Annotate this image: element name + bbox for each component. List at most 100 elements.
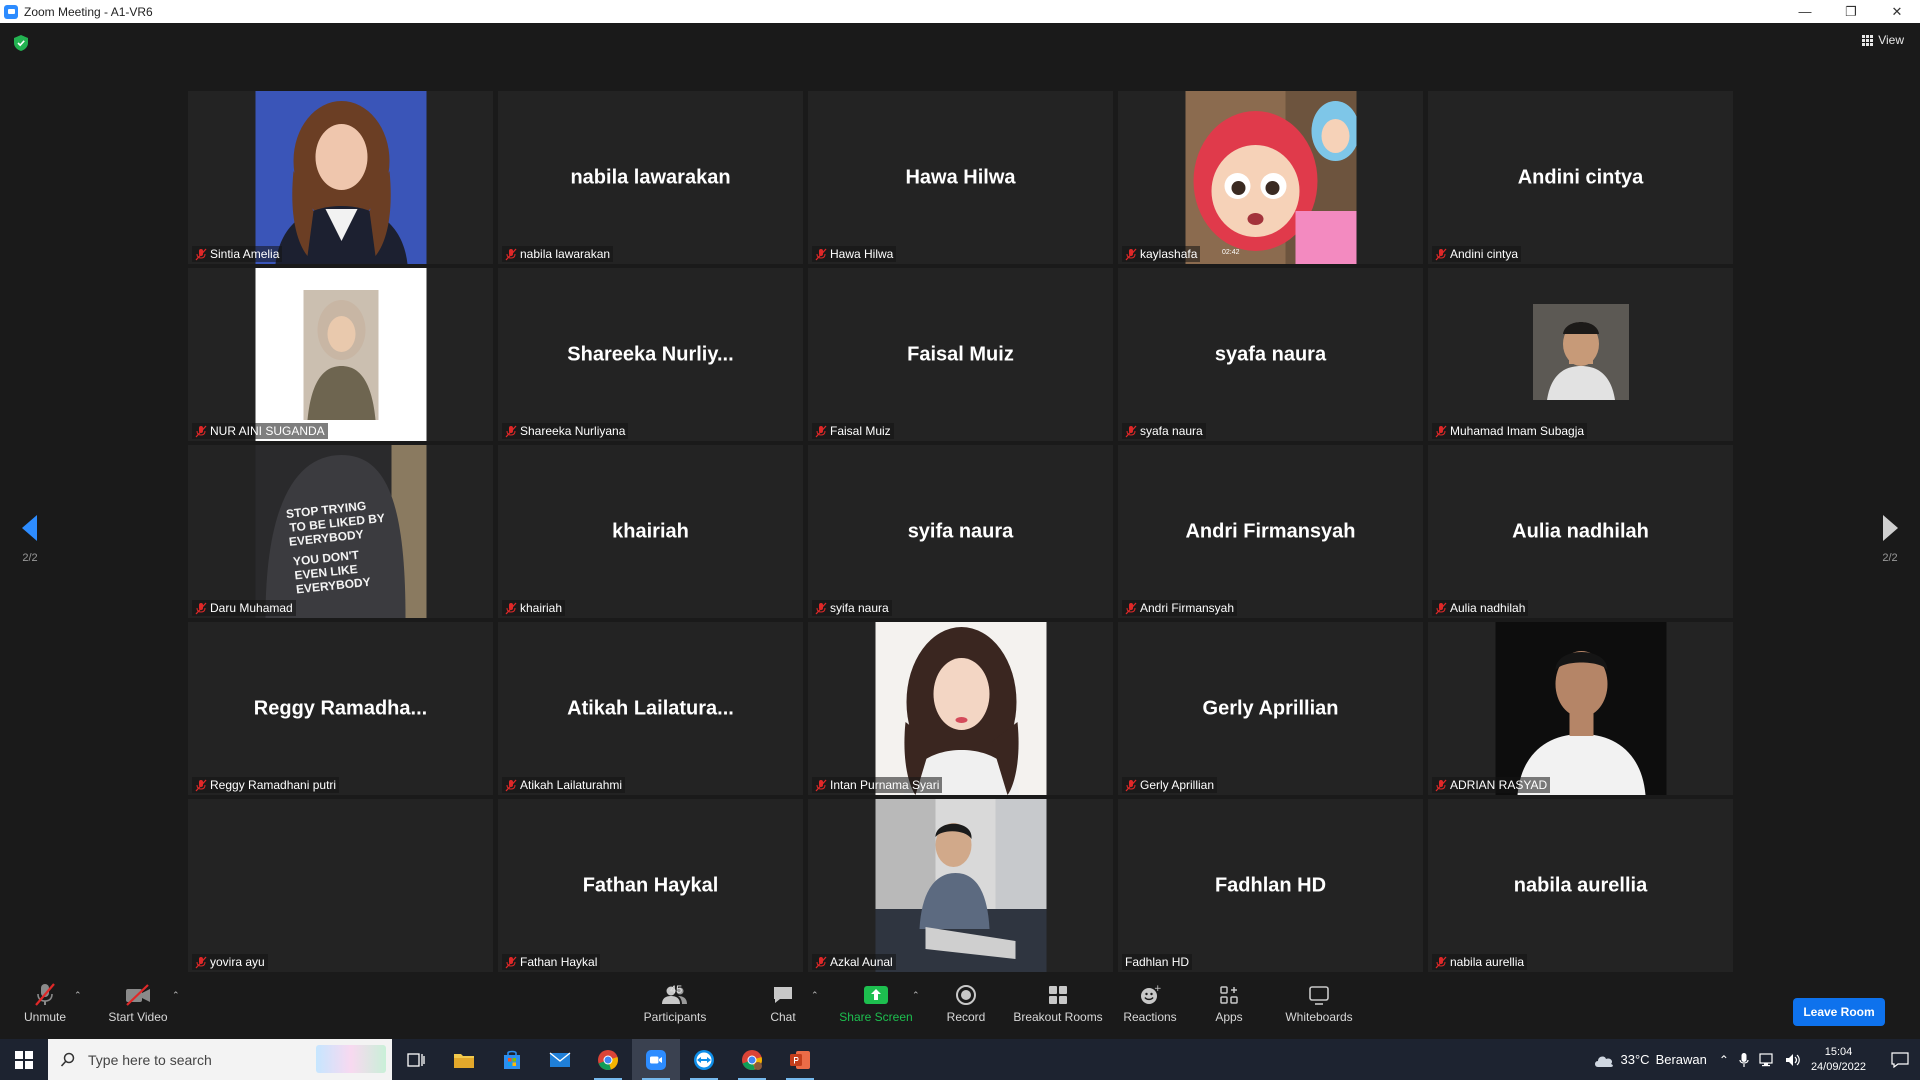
breakout-rooms-label: Breakout Rooms [1013,1010,1103,1024]
participant-tile[interactable]: Aulia nadhilah Aulia nadhilah [1428,445,1733,618]
video-off-icon [126,984,150,1006]
participant-display-name: syafa naura [1214,343,1327,365]
participant-tile[interactable]: NUR AINI SUGANDA [188,268,493,441]
window-titlebar: Zoom Meeting - A1-VR6 — ❐ ✕ [0,0,1920,23]
participant-tile[interactable]: Muhamad Imam Subagja [1428,268,1733,441]
participant-grid: Sintia Amelia nabila lawarakan nabila lawa… [188,91,1734,972]
participant-tile[interactable]: Azkal Aunal [808,799,1113,972]
chat-label: Chat [770,1010,796,1024]
network-icon[interactable] [1759,1052,1775,1067]
teamviewer-button[interactable] [680,1039,728,1080]
microphone-muted-icon [815,248,827,260]
chat-button[interactable]: Chat [763,982,803,1024]
microphone-muted-icon [195,248,207,260]
zoom-taskbar-button[interactable] [632,1039,680,1080]
participant-tile[interactable]: Gerly Aprillian Gerly Aprillian [1118,622,1423,795]
volume-icon[interactable] [1785,1053,1801,1067]
share-screen-button[interactable]: Share Screen [838,982,914,1024]
participant-name: Andini cintya [1450,247,1519,261]
participant-video [1495,622,1666,795]
meeting-toolbar: Unmute ⌃ Start Video ⌃ 45 Participants C… [0,976,1920,1039]
previous-page-button[interactable]: 2/2 [10,515,50,564]
participant-name: nabila aurellia [1450,955,1525,969]
task-view-button[interactable] [392,1039,440,1080]
grid-view-icon [1862,34,1874,46]
apps-button[interactable]: Apps [1212,982,1246,1024]
share-options-caret-icon[interactable]: ⌃ [912,990,920,1001]
chrome-button[interactable] [584,1039,632,1080]
participant-tile[interactable]: STOP TRYING TO BE LIKED BY EVERYBODY YOU DO… [188,445,493,618]
window-controls: — ❐ ✕ [1782,0,1920,23]
unmute-button[interactable]: Unmute [22,982,68,1024]
participant-tile[interactable]: syafa naura syafa naura [1118,268,1423,441]
video-options-caret-icon[interactable]: ⌃ [172,990,180,1001]
participant-tile[interactable]: syifa naura syifa naura [808,445,1113,618]
microphone-muted-icon [1435,425,1447,437]
participant-tile[interactable]: Sintia Amelia [188,91,493,264]
participant-tile[interactable]: yovira ayu [188,799,493,972]
participant-tile[interactable]: Fadhlan HD Fadhlan HD [1118,799,1423,972]
participant-tile[interactable]: Faisal Muiz Faisal Muiz [808,268,1113,441]
participant-tile[interactable]: Andri Firmansyah Andri Firmansyah [1118,445,1423,618]
mail-button[interactable] [536,1039,584,1080]
taskbar-search-box[interactable]: Type here to search [48,1039,392,1080]
participant-tile[interactable]: Reggy Ramadha... Reggy Ramadhani putri [188,622,493,795]
participant-tile[interactable]: Atikah Lailatura... Atikah Lailaturahmi [498,622,803,795]
participant-tile[interactable]: nabila aurellia nabila aurellia [1428,799,1733,972]
close-icon[interactable]: ✕ [1874,0,1920,23]
participants-count: 45 [670,984,683,996]
tray-icons: ⌃ [1719,1052,1801,1068]
powerpoint-button[interactable] [776,1039,824,1080]
participant-name-label: Atikah Lailaturahmi [502,777,626,793]
weather-widget[interactable]: 33°C Berawan [1593,1052,1707,1068]
audio-options-caret-icon[interactable]: ⌃ [74,990,82,1001]
participant-name: Hawa Hilwa [830,247,894,261]
breakout-rooms-icon [1049,986,1067,1004]
view-button[interactable]: View [1862,33,1904,47]
participant-tile[interactable]: Andini cintya Andini cintya [1428,91,1733,264]
tray-microphone-icon[interactable] [1739,1052,1749,1068]
notifications-button[interactable] [1880,1039,1920,1080]
whiteboards-label: Whiteboards [1285,1010,1353,1024]
microphone-muted-icon [505,248,517,260]
participants-button[interactable]: 45 Participants [640,982,710,1024]
file-explorer-button[interactable] [440,1039,488,1080]
microsoft-store-button[interactable] [488,1039,536,1080]
chrome-profile-icon [742,1049,762,1070]
minimize-icon[interactable]: — [1782,0,1828,23]
participant-tile[interactable]: khairiah khairiah [498,445,803,618]
participant-tile[interactable]: Fathan Haykal Fathan Haykal [498,799,803,972]
zoom-app-icon [4,4,18,19]
microphone-muted-icon [815,779,827,791]
participant-tile[interactable]: ADRIAN RASYAD [1428,622,1733,795]
start-video-button[interactable]: Start Video [106,982,170,1024]
participant-name-label: yovira ayu [192,954,268,970]
chrome-profile-button[interactable] [728,1039,776,1080]
taskbar-clock[interactable]: 15:04 24/09/2022 [1811,1045,1866,1075]
encryption-shield-icon[interactable] [14,35,28,51]
participant-tile[interactable]: Intan Purnama Syari [808,622,1113,795]
participant-tile[interactable]: 02:42 kaylashafa [1118,91,1423,264]
chat-options-caret-icon[interactable]: ⌃ [811,990,819,1001]
participant-display-name: Gerly Aprillian [1202,697,1339,719]
microphone-muted-icon [1125,602,1137,614]
chat-icon [774,987,792,1003]
participant-tile[interactable]: Shareeka Nurliy... Shareeka Nurliyana [498,268,803,441]
participant-tile[interactable]: nabila lawarakan nabila lawarakan [498,91,803,264]
reactions-button[interactable]: + Reactions [1122,982,1178,1024]
breakout-rooms-button[interactable]: Breakout Rooms [1013,982,1103,1024]
start-button[interactable] [0,1039,48,1080]
participant-display-name: nabila lawarakan [570,166,731,188]
record-button[interactable]: Record [945,982,987,1024]
windows-taskbar: Type here to search 33°C Berawan ⌃ 15:04… [0,1039,1920,1080]
tray-chevron-icon[interactable]: ⌃ [1719,1053,1729,1067]
store-icon [504,1050,520,1069]
participant-name-label: ADRIAN RASYAD [1432,777,1551,793]
participant-tile[interactable]: Hawa Hilwa Hawa Hilwa [808,91,1113,264]
participant-video [1185,91,1359,264]
leave-room-button[interactable]: Leave Room [1793,998,1885,1026]
next-page-button[interactable]: 2/2 [1870,515,1910,564]
restore-icon[interactable]: ❐ [1828,0,1874,23]
whiteboards-button[interactable]: Whiteboards [1283,982,1355,1024]
microphone-muted-icon [505,779,517,791]
